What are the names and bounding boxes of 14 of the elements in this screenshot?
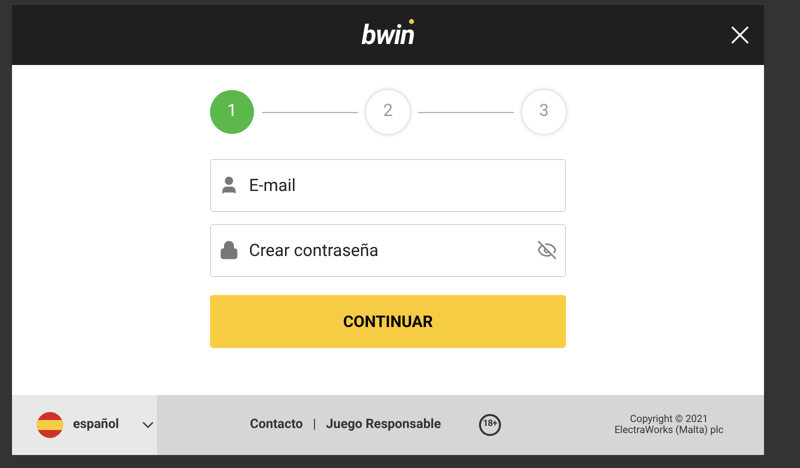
copyright-text: ElectraWorks (Malta) plc xyxy=(614,425,724,436)
age-badge: 18+ xyxy=(478,414,501,436)
hidden-eye-icon[interactable] xyxy=(537,240,557,260)
email-field[interactable]: E-mail xyxy=(210,159,566,212)
link-separator: | xyxy=(312,416,316,434)
copyright-text: Copyright © 2021 xyxy=(630,414,708,425)
lock-icon xyxy=(219,240,239,260)
language-selector[interactable]: español xyxy=(12,395,157,455)
password-field[interactable]: Crear contraseña xyxy=(210,224,566,277)
footer-link[interactable]: Juego Responsable xyxy=(326,415,441,435)
logo: bwin xyxy=(362,18,414,53)
footer-link[interactable]: Contacto xyxy=(250,415,303,435)
continue-button[interactable]: CONTINUAR xyxy=(210,295,566,348)
spain-flag-icon xyxy=(37,412,63,438)
